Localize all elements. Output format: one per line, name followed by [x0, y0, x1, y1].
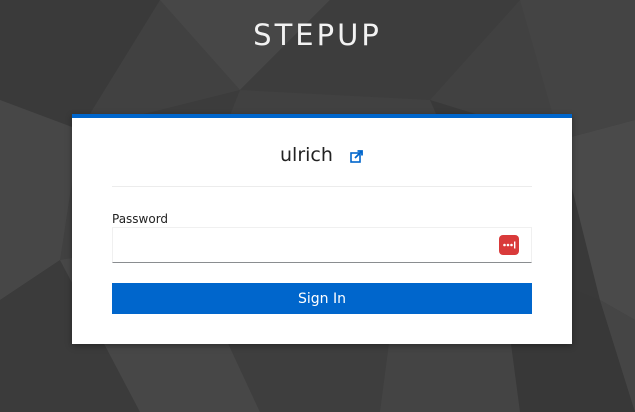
password-field: [112, 227, 532, 263]
password-input[interactable]: [113, 228, 493, 262]
sign-in-button[interactable]: Sign In: [112, 283, 532, 314]
restart-login-icon[interactable]: [350, 148, 364, 163]
username-label: ulrich: [280, 144, 333, 166]
brand-title: STEPUP: [253, 18, 382, 52]
divider: [112, 186, 532, 187]
user-row: ulrich: [72, 144, 572, 170]
password-manager-icon[interactable]: [499, 235, 519, 255]
password-label: Password: [112, 212, 169, 226]
login-card: ulrich Password Sign In: [72, 114, 572, 344]
